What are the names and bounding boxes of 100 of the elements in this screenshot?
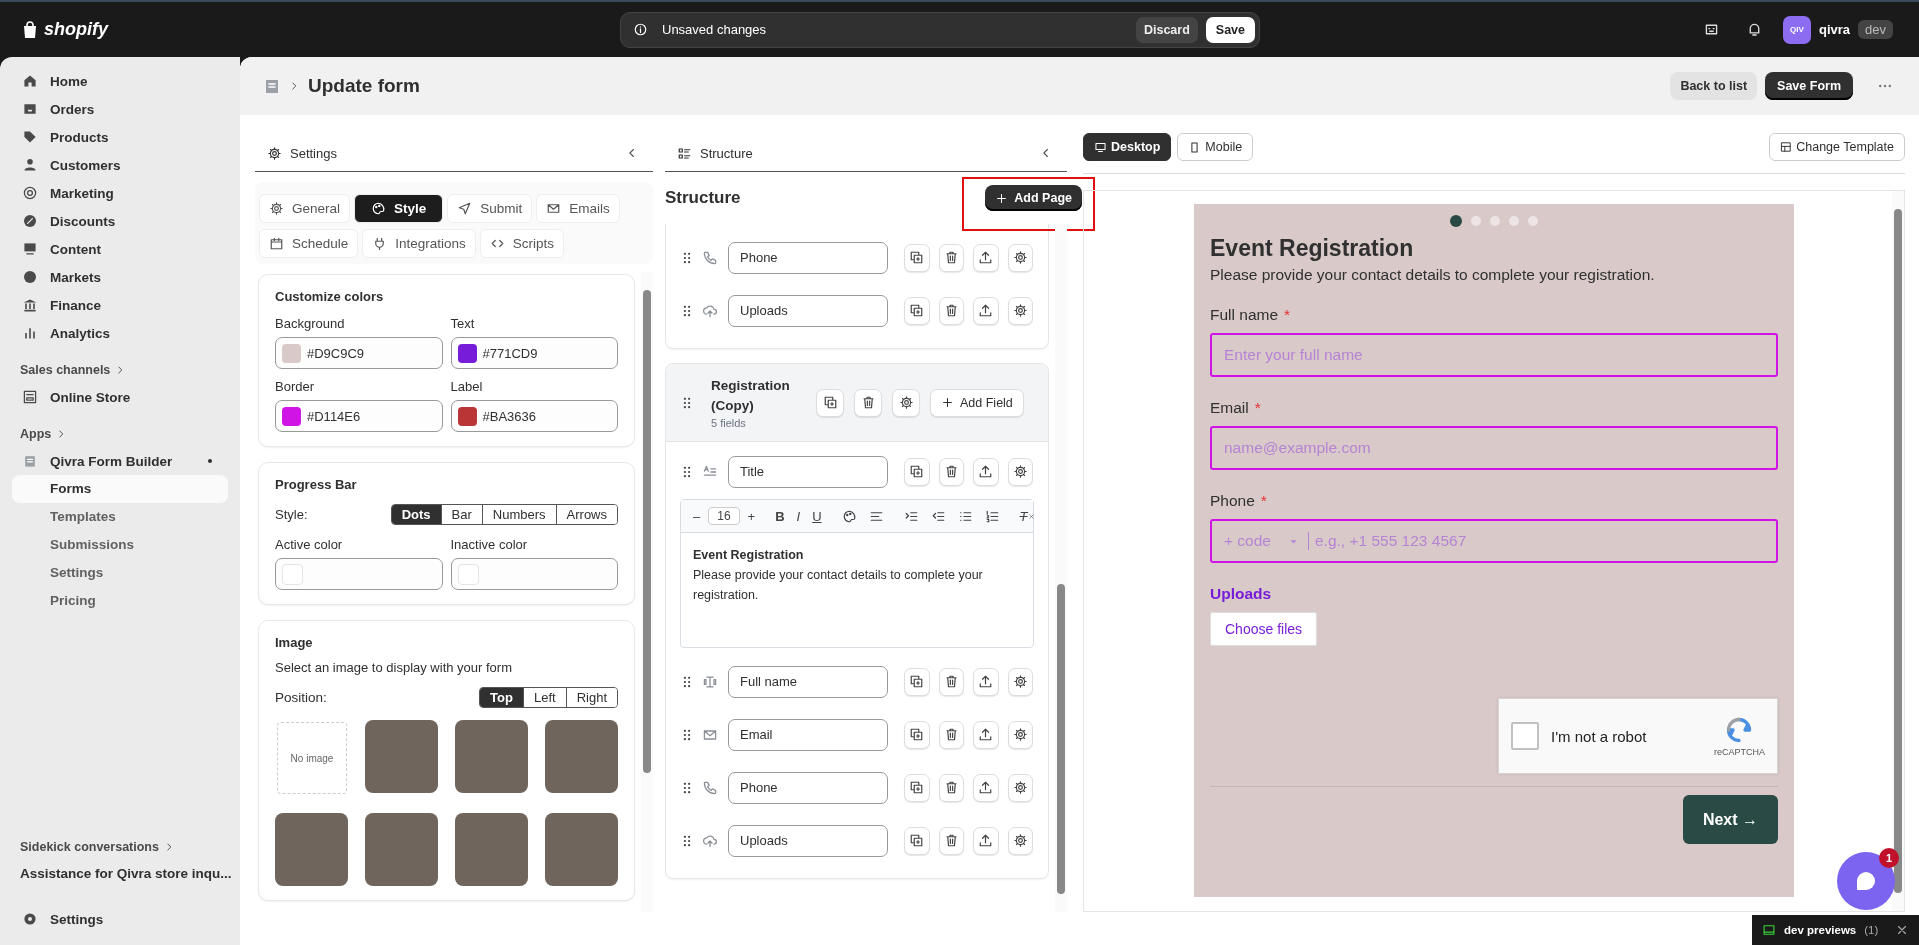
increase-size-button[interactable]: + (743, 506, 760, 527)
sidebar-item[interactable]: Home (12, 67, 228, 95)
font-size-field[interactable]: 16 (708, 507, 740, 526)
bold-button[interactable]: B (771, 506, 789, 527)
field-name-input[interactable]: Full name (728, 665, 888, 698)
next-button[interactable]: Next → (1682, 795, 1778, 844)
duplicate-button[interactable] (904, 720, 930, 749)
underline-button[interactable]: U (808, 506, 826, 527)
duplicate-button[interactable] (904, 826, 930, 855)
sidebar-item[interactable]: Analytics (12, 319, 228, 347)
color-field[interactable]: #BA3636 (450, 400, 618, 432)
duplicate-button[interactable] (904, 667, 930, 696)
save-form-button[interactable]: Save Form (1765, 72, 1853, 100)
delete-button[interactable] (938, 243, 964, 272)
settings-tab[interactable]: General (259, 194, 351, 223)
app-item[interactable]: Qivra Form Builder (12, 447, 228, 475)
store-avatar[interactable]: QIV (1782, 15, 1811, 44)
position-option[interactable]: Right (565, 688, 617, 707)
settings-button[interactable] (1007, 296, 1033, 325)
duplicate-button[interactable] (904, 243, 930, 272)
sidebar-item[interactable]: Products (12, 123, 228, 151)
field-name-input[interactable]: Uploads (728, 294, 888, 327)
duplicate-button[interactable] (904, 296, 930, 325)
sidebar-item[interactable]: Marketing (12, 179, 228, 207)
style-option[interactable]: Dots (391, 505, 441, 524)
move-up-button[interactable] (973, 826, 999, 855)
scrollbar[interactable] (1055, 224, 1067, 912)
decrease-size-button[interactable]: – (689, 506, 705, 527)
settings-button[interactable] (1007, 826, 1033, 855)
move-up-button[interactable] (973, 720, 999, 749)
sidebar-subitem[interactable]: Templates (12, 503, 228, 531)
sidebar-item[interactable]: Content (12, 235, 228, 263)
field-name-input[interactable]: Uploads (728, 824, 888, 857)
delete-button[interactable] (938, 773, 964, 802)
settings-button[interactable] (1007, 667, 1033, 696)
sidebar-item[interactable]: Markets (12, 263, 228, 291)
apps-heading[interactable]: Apps (12, 411, 228, 447)
move-up-button[interactable] (973, 667, 999, 696)
sidebar-item[interactable]: Orders (12, 95, 228, 123)
italic-button[interactable]: I (792, 506, 805, 527)
close-button[interactable] (1895, 923, 1909, 937)
discard-button[interactable]: Discard (1135, 16, 1198, 43)
move-up-button[interactable] (973, 773, 999, 802)
settings-tab[interactable]: Style (354, 194, 444, 223)
scrollbar[interactable] (1892, 191, 1904, 911)
color-field[interactable]: #771CD9 (450, 337, 618, 369)
move-up-button[interactable] (973, 457, 999, 486)
position-option[interactable]: Top (480, 688, 523, 707)
settings-button[interactable] (1007, 457, 1033, 486)
step-dot[interactable] (1509, 216, 1519, 226)
sidebar-item[interactable]: Customers (12, 151, 228, 179)
delete-button[interactable] (854, 388, 882, 417)
duplicate-button[interactable] (816, 388, 844, 417)
sidebar-subitem[interactable]: Forms (12, 475, 228, 503)
field-name-input[interactable]: Email (728, 718, 888, 751)
sidebar-subitem[interactable]: Submissions (12, 531, 228, 559)
save-button[interactable]: Save (1205, 16, 1255, 43)
sidebar-subitem[interactable]: Settings (12, 559, 228, 587)
color-field[interactable]: #D114E6 (275, 400, 443, 432)
color-field[interactable] (275, 558, 443, 590)
settings-tab[interactable]: Integrations (362, 229, 476, 258)
field-name-input[interactable]: Title (728, 455, 888, 488)
no-image-option[interactable]: No image (277, 722, 347, 794)
sidebar-item[interactable]: Discounts (12, 207, 228, 235)
duplicate-button[interactable] (904, 773, 930, 802)
sales-channels-heading[interactable]: Sales channels (12, 347, 228, 383)
step-dot[interactable] (1450, 215, 1462, 227)
step-dot[interactable] (1528, 216, 1538, 226)
sidebar-item[interactable]: Settings (12, 905, 228, 933)
delete-button[interactable] (938, 667, 964, 696)
delete-button[interactable] (938, 457, 964, 486)
color-field[interactable] (450, 558, 618, 590)
move-up-button[interactable] (973, 243, 999, 272)
field-name-input[interactable]: Phone (728, 241, 888, 274)
move-up-button[interactable] (973, 296, 999, 325)
settings-button[interactable] (1007, 773, 1033, 802)
delete-button[interactable] (938, 826, 964, 855)
duplicate-button[interactable] (904, 457, 930, 486)
change-template-button[interactable]: Change Template (1769, 133, 1905, 161)
settings-button[interactable] (892, 388, 920, 417)
view-toggle[interactable]: Desktop (1083, 133, 1172, 161)
settings-button[interactable] (1007, 243, 1033, 272)
shopify-logo[interactable]: shopify (20, 19, 620, 40)
sidebar-item[interactable]: Finance (12, 291, 228, 319)
settings-tab[interactable]: Scripts (479, 229, 565, 258)
settings-button[interactable] (1007, 720, 1033, 749)
settings-tab[interactable]: Emails (536, 194, 620, 223)
text-field[interactable]: name@example.com (1210, 426, 1778, 470)
scrollbar[interactable] (641, 272, 653, 912)
color-field[interactable]: #D9C9C9 (275, 337, 443, 369)
delete-button[interactable] (938, 296, 964, 325)
view-toggle[interactable]: Mobile (1177, 133, 1254, 161)
choose-files-button[interactable]: Choose files (1210, 612, 1318, 646)
sidebar-item[interactable]: Online Store (12, 383, 228, 411)
checkbox[interactable] (1511, 722, 1539, 750)
step-dot[interactable] (1490, 216, 1500, 226)
step-dot[interactable] (1471, 216, 1481, 226)
settings-tab[interactable]: Submit (447, 194, 533, 223)
delete-button[interactable] (938, 720, 964, 749)
sidebar-subitem[interactable]: Pricing (12, 587, 228, 615)
